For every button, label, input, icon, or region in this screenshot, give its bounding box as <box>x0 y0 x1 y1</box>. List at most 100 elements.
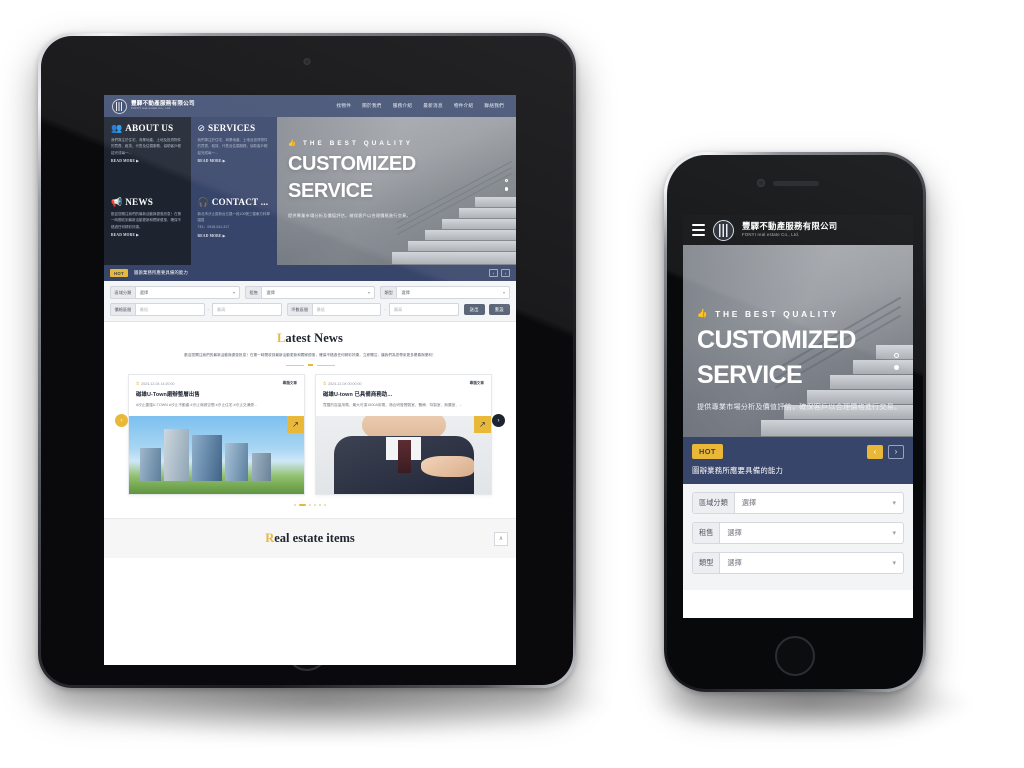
arrow-up-right-icon[interactable]: ↗ <box>474 415 491 433</box>
news-article-card[interactable]: ⏱ 2024-12-04 00:00:00 專題文章 磁雄U-town 已具備商… <box>315 374 492 495</box>
filter-reset-button[interactable]: 重設 <box>488 303 510 316</box>
tablet-device-mockup: 豐驛不動產服務有限公司 FONYI real estate Co., Ltd. … <box>38 33 576 688</box>
hero-kicker-text: THE BEST QUALITY <box>302 139 414 147</box>
nav-item-services[interactable]: 服務介紹 <box>393 103 413 109</box>
phone-hot-next-button[interactable]: › <box>888 444 904 459</box>
hamburger-menu-icon[interactable] <box>692 224 705 236</box>
card-body-about-us: 我們專注於住宅、商業地產、土地及投資物件的買賣、租賃、代售及估價服務，協助客戶輕… <box>111 138 181 155</box>
filter-region-select[interactable]: 選擇 ▾ <box>134 286 240 299</box>
news-card-excerpt: #汐止捷運U-TOWN #汐止不動產 #汐止商辦空間 #汐止住宅 #汐止交通便.… <box>136 403 258 408</box>
news-article-card[interactable]: ⏱ 2024-12-04 14:20:00 專題文章 磁雄U-Town磨辦整層出… <box>128 374 305 495</box>
card-body-contact: 新北市汐止區新台五路一段100號三樓東方科學園區 <box>197 212 270 223</box>
filter-price-min[interactable]: 最低 <box>134 303 205 316</box>
chevron-down-icon: ▾ <box>232 290 235 295</box>
filter-region[interactable]: 區域分類 選擇 ▾ <box>110 286 240 299</box>
phone-hero-dot-2[interactable] <box>894 365 899 370</box>
card-contact[interactable]: 🎧 CONTACT ... 新北市汐止區新台五路一段100號三樓東方科學園區 T… <box>190 191 277 265</box>
filter-area-separator: - <box>384 307 386 312</box>
news-card-date: ⏱ 2024-12-04 00:00:00 <box>323 381 362 386</box>
news-card-date-text: 2024-12-04 00:00:00 <box>328 381 362 386</box>
carousel-prev-icon[interactable]: ‹ <box>115 414 128 428</box>
phone-hot-announcement-text[interactable]: 圖辦業務所應要具備的能力 <box>692 465 904 476</box>
hot-badge: HOT <box>110 269 128 277</box>
phone-filter-rent-sale-value: 選擇 <box>727 528 742 537</box>
phone-filter-type[interactable]: 類型 選擇 ▾ <box>692 552 904 574</box>
news-carousel-pagination <box>114 503 506 507</box>
read-more-services[interactable]: READ MORE ▶ <box>198 159 271 163</box>
arrow-up-right-icon[interactable]: ↗ <box>287 415 304 433</box>
filter-area-max[interactable]: 最高 <box>388 303 459 316</box>
phone-filter-region[interactable]: 區域分類 選擇 ▾ <box>692 492 904 514</box>
hero-dot-2[interactable] <box>504 187 508 191</box>
tablet-front-camera-icon <box>303 58 311 65</box>
filter-rent-sale[interactable]: 租售 選擇 ▾ <box>245 286 375 299</box>
pagination-dot[interactable] <box>293 503 296 507</box>
logo-name-cn: 豐驛不動產服務有限公司 <box>742 221 838 232</box>
site-logo[interactable]: 豐驛不動產服務有限公司 FONYI real estate Co., Ltd. <box>112 98 195 114</box>
news-card-text: ⏱ 2024-12-04 00:00:00 專題文章 磁雄U-town 已具備商… <box>316 375 491 416</box>
hot-next-button[interactable]: › <box>501 269 510 277</box>
card-body-news: 歡迎您關注我們的最新活動與優惠訊息！在第一時間收到最新活動更新和獨家優惠，確保不… <box>111 212 181 229</box>
nav-item-listings[interactable]: 物件介紹 <box>454 103 474 109</box>
carousel-next-icon[interactable]: › <box>492 414 505 428</box>
phone-hero-kicker-text: THE BEST QUALITY <box>715 308 839 319</box>
chevron-up-icon[interactable]: ∧ <box>494 531 508 546</box>
nav-item-about[interactable]: 關於我們 <box>362 103 382 109</box>
phone-filter-region-select[interactable]: 選擇 ▾ <box>735 493 903 513</box>
read-more-about-us[interactable]: READ MORE ▶ <box>111 159 184 163</box>
tablet-site-header: 豐驛不動產服務有限公司 FONYI real estate Co., Ltd. … <box>104 95 516 117</box>
nav-item-properties[interactable]: 找物件 <box>336 103 351 109</box>
pagination-dot-active[interactable] <box>298 503 306 507</box>
real-estate-items-section: Real estate items ∧ <box>104 518 516 559</box>
phone-hot-prev-button[interactable]: ‹ <box>867 444 883 459</box>
hero-subtitle: 提供專業市場分析及價值評估，確保客戶以合理價格進行交易。 <box>288 212 411 218</box>
news-card-meta: ⏱ 2024-12-04 00:00:00 專題文章 <box>323 381 484 386</box>
card-about-us[interactable]: 👥 ABOUT US 我們專注於住宅、商業地產、土地及投資物件的買賣、租賃、代售… <box>104 117 191 191</box>
footer-heading-initial: R <box>265 531 275 546</box>
pagination-dot[interactable] <box>308 503 311 507</box>
card-services[interactable]: ⊘ SERVICES 我們專注於住宅、商業地產、土地及投資物件的買賣、租賃、代售… <box>190 117 277 191</box>
filter-price-max[interactable]: 最高 <box>212 303 282 316</box>
phone-site-logo[interactable]: 豐驛不動產服務有限公司 FONYI real estate Co., Ltd. <box>742 222 837 237</box>
phone-home-button[interactable] <box>775 636 815 676</box>
pagination-dot[interactable] <box>319 503 322 507</box>
phone-filter-rent-sale-select[interactable]: 選擇 ▾ <box>720 523 903 543</box>
filter-area-min[interactable]: 最低 <box>311 303 382 316</box>
phone-hero-dot-1[interactable] <box>894 353 899 358</box>
nav-item-news[interactable]: 最新消息 <box>423 103 443 109</box>
news-card-date-text: 2024-12-04 14:20:00 <box>141 381 175 386</box>
filter-type[interactable]: 類型 選擇 ▾ <box>380 286 510 299</box>
card-news[interactable]: 📢 NEWS 歡迎您關注我們的最新活動與優惠訊息！在第一時間收到最新活動更新和獨… <box>104 191 191 265</box>
headset-icon: 🎧 <box>197 196 209 207</box>
feature-cards-grid: 👥 ABOUT US 我們專注於住宅、商業地產、土地及投資物件的買賣、租賃、代售… <box>104 117 277 265</box>
phone-hero-subtitle: 提供專業市場分析及價值評估，確保客戶以合理價格進行交易。 <box>697 403 902 411</box>
hot-announcement-text[interactable]: 圖辦業務所應要具備的能力 <box>134 270 188 276</box>
filter-rent-sale-select[interactable]: 選擇 ▾ <box>261 286 375 299</box>
card-title-about-us: ABOUT US <box>125 123 174 133</box>
read-more-contact[interactable]: READ MORE ▶ <box>198 234 271 238</box>
hot-announcement-bar: HOT 圖辦業務所應要具備的能力 ‹ › <box>104 265 516 281</box>
nav-item-contact[interactable]: 聯絡我們 <box>484 103 504 109</box>
news-card-date: ⏱ 2024-12-04 14:20:00 <box>136 381 175 386</box>
hero-kicker: 👍 THE BEST QUALITY <box>288 139 416 148</box>
phone-filter-region-label: 區域分類 <box>693 493 735 513</box>
read-more-news[interactable]: READ MORE ▶ <box>111 233 184 237</box>
phone-filter-rent-sale[interactable]: 租售 選擇 ▾ <box>692 522 904 544</box>
filter-type-select[interactable]: 選擇 ▾ <box>396 286 510 299</box>
tablet-screen: 豐驛不動產服務有限公司 FONYI real estate Co., Ltd. … <box>104 95 516 665</box>
news-card-image: ↗ <box>316 415 491 494</box>
latest-news-heading: Latest News <box>114 331 506 346</box>
filter-submit-button[interactable]: 送出 <box>463 303 485 316</box>
phone-filter-type-select[interactable]: 選擇 ▾ <box>720 553 903 573</box>
thumbs-up-icon: 👍 <box>288 140 299 147</box>
hero-slide-indicators[interactable] <box>504 179 508 196</box>
phone-hero-title-line1: CUSTOMIZED <box>697 326 856 354</box>
filter-area-range[interactable]: 坪數區間 最低 - 最高 <box>286 303 459 316</box>
phone-hero-slide-indicators[interactable] <box>894 353 899 377</box>
filter-price-range[interactable]: 價格區間 最低 - 最高 <box>110 303 282 316</box>
hot-prev-button[interactable]: ‹ <box>489 269 498 277</box>
pagination-dot[interactable] <box>324 503 327 507</box>
hero-dot-1[interactable] <box>504 179 508 183</box>
filter-region-label: 區域分類 <box>110 286 135 299</box>
pagination-dot[interactable] <box>313 503 317 507</box>
